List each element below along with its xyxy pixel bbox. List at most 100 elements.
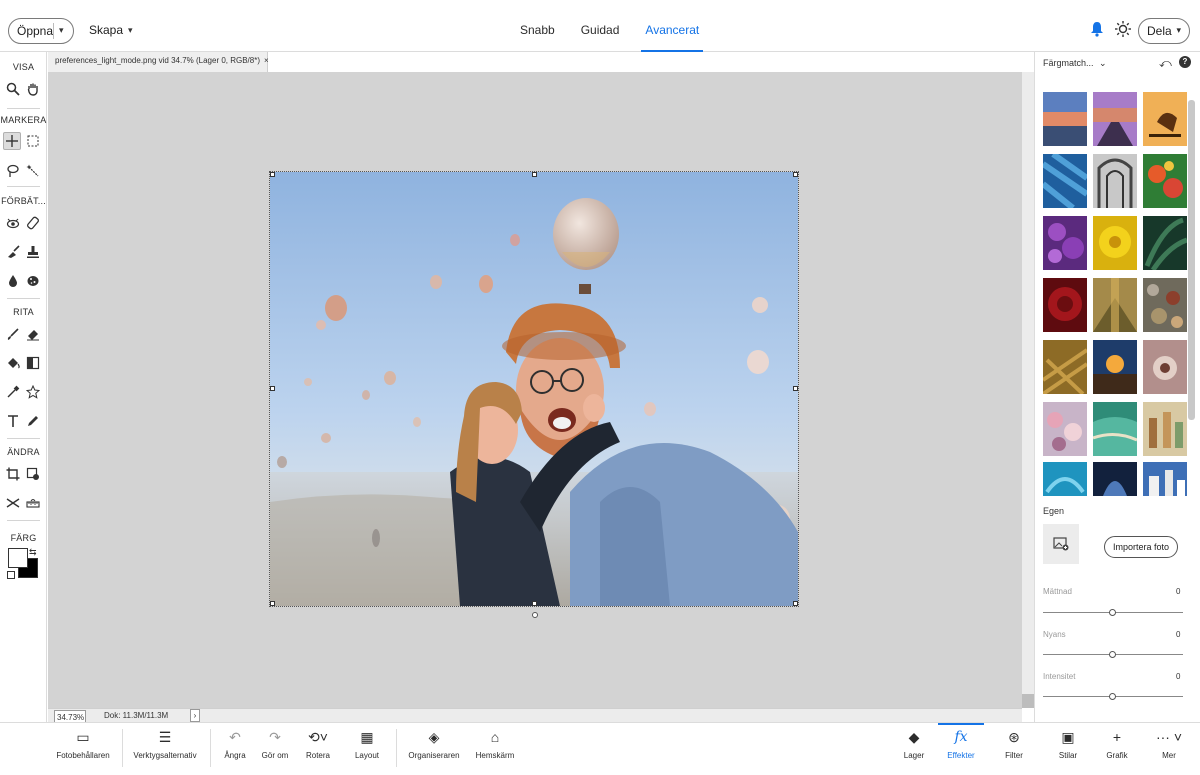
share-button[interactable]: Dela ▾ (1138, 18, 1190, 44)
chevron-down-icon[interactable]: ⌄ (1099, 58, 1107, 69)
lasso-tool-icon[interactable] (4, 162, 22, 180)
photo-bin-button[interactable]: ▭ Fotobehållaren (55, 729, 111, 760)
pencil-tool-icon[interactable] (24, 412, 42, 430)
hand-tool-icon[interactable] (24, 80, 42, 98)
status-menu-arrow-icon[interactable]: › (190, 709, 200, 722)
preset-thumbnail[interactable] (1043, 278, 1087, 332)
straighten-tool-icon[interactable] (24, 494, 42, 512)
recompose-tool-icon[interactable] (24, 465, 42, 483)
transform-handle[interactable] (793, 172, 798, 177)
filter-button[interactable]: ⊛ Filter (1000, 729, 1028, 760)
preset-thumbnail[interactable] (1093, 92, 1137, 146)
preset-thumbnail[interactable] (1143, 462, 1187, 496)
foreground-color-swatch[interactable] (8, 548, 28, 568)
canvas-horizontal-scrollbar[interactable] (208, 710, 1008, 722)
content-aware-move-tool-icon[interactable] (4, 494, 22, 512)
type-tool-icon[interactable] (4, 412, 22, 430)
create-menu[interactable]: Skapa (89, 23, 123, 37)
document-image[interactable] (269, 171, 799, 607)
intensity-slider-knob[interactable] (1109, 693, 1116, 700)
preset-thumbnail[interactable] (1043, 462, 1087, 496)
photo-bin-label: Fotobehållaren (56, 751, 110, 760)
preset-thumbnail[interactable] (1093, 462, 1137, 496)
notifications-bell-icon[interactable] (1090, 21, 1104, 37)
healing-brush-tool-icon[interactable] (24, 214, 42, 232)
preset-thumbnail[interactable] (1093, 154, 1137, 208)
preset-thumbnail[interactable] (1143, 402, 1187, 456)
preset-thumbnail[interactable] (1143, 216, 1187, 270)
preset-thumbnail[interactable] (1043, 402, 1087, 456)
preset-thumbnail[interactable] (1143, 92, 1187, 146)
tab-expert[interactable]: Avancerat (641, 0, 704, 52)
sponge-tool-icon[interactable] (24, 272, 42, 290)
canvas-vertical-scrollbar[interactable] (1022, 72, 1034, 708)
preset-thumbnail[interactable] (1093, 402, 1137, 456)
transform-handle[interactable] (532, 601, 537, 606)
panel-title[interactable]: Färgmatch... (1043, 58, 1094, 68)
magic-wand-tool-icon[interactable] (24, 162, 42, 180)
preset-thumbnail[interactable] (1143, 340, 1187, 394)
swap-colors-icon[interactable]: ⇆ (29, 547, 37, 558)
layers-button[interactable]: ◆ Lager (900, 729, 928, 760)
transform-handle[interactable] (270, 601, 275, 606)
reset-colors-icon[interactable] (7, 571, 15, 579)
eraser-tool-icon[interactable] (24, 325, 42, 343)
organizer-button[interactable]: ◈ Organiseraren (406, 729, 462, 760)
rotate-handle[interactable] (532, 612, 538, 618)
tab-guided[interactable]: Guidad (581, 0, 620, 52)
styles-button[interactable]: ▣ Stilar (1054, 729, 1082, 760)
preset-thumbnail[interactable] (1043, 216, 1087, 270)
add-custom-photo-button[interactable] (1043, 524, 1079, 564)
tool-options-button[interactable]: ☰ Verktygsalternativ (132, 729, 198, 760)
preset-thumbnail[interactable] (1143, 278, 1187, 332)
document-tab[interactable]: preferences_light_mode.png vid 34.7% (La… (48, 52, 269, 72)
preset-thumbnail[interactable] (1043, 340, 1087, 394)
chevron-down-icon[interactable]: ▾ (128, 25, 133, 36)
eyedropper-tool-icon[interactable] (4, 383, 22, 401)
chevron-down-icon[interactable]: ▾ (59, 25, 64, 36)
reset-panel-icon[interactable]: ⤺ (1159, 56, 1172, 71)
crop-tool-icon[interactable] (4, 465, 22, 483)
redo-button[interactable]: ↷ Gör om (260, 729, 290, 760)
marquee-tool-icon[interactable] (24, 132, 42, 150)
transform-handle[interactable] (793, 601, 798, 606)
zoom-tool-icon[interactable] (4, 80, 22, 98)
paint-bucket-tool-icon[interactable] (4, 354, 22, 372)
transform-handle[interactable] (270, 386, 275, 391)
hue-slider-knob[interactable] (1109, 651, 1116, 658)
move-tool-icon[interactable] (3, 132, 21, 150)
layout-button[interactable]: ▦ Layout (352, 729, 382, 760)
canvas-area[interactable] (48, 72, 1022, 708)
preset-thumbnail[interactable] (1043, 154, 1087, 208)
clone-stamp-tool-icon[interactable] (24, 243, 42, 261)
brush-tool-icon[interactable] (4, 325, 22, 343)
open-button[interactable]: Öppna ▾ (8, 18, 74, 44)
import-photo-button[interactable]: Importera foto (1104, 536, 1178, 558)
rotate-button[interactable]: ⟲˅ Rotera (302, 729, 334, 760)
preset-thumbnail[interactable] (1093, 340, 1137, 394)
transform-handle[interactable] (532, 172, 537, 177)
custom-shape-tool-icon[interactable] (24, 383, 42, 401)
preset-thumbnail[interactable] (1043, 92, 1087, 146)
undo-button[interactable]: ↶ Ångra (222, 729, 248, 760)
home-button[interactable]: ⌂ Hemskärm (472, 729, 518, 760)
transform-handle[interactable] (270, 172, 275, 177)
red-eye-tool-icon[interactable] (4, 214, 22, 232)
more-button[interactable]: ··· ˅ Mer (1154, 729, 1184, 760)
transform-handle[interactable] (793, 386, 798, 391)
panel-scrollbar-thumb[interactable] (1188, 100, 1195, 420)
effects-button[interactable]: fx Effekter (938, 723, 984, 760)
preset-thumbnail[interactable] (1143, 154, 1187, 208)
smart-brush-tool-icon[interactable] (4, 243, 22, 261)
tab-quick[interactable]: Snabb (520, 0, 555, 52)
scrollbar-thumb[interactable] (1022, 694, 1034, 708)
blur-tool-icon[interactable] (4, 272, 22, 290)
preset-thumbnail[interactable] (1093, 216, 1137, 270)
preset-thumbnail[interactable] (1093, 278, 1137, 332)
close-tab-icon[interactable]: × (264, 56, 269, 65)
gradient-tool-icon[interactable] (24, 354, 42, 372)
graphics-button[interactable]: + Grafik (1104, 729, 1130, 760)
help-icon[interactable]: ? (1179, 56, 1191, 68)
saturation-slider-knob[interactable] (1109, 609, 1116, 616)
brightness-icon[interactable] (1114, 20, 1132, 38)
